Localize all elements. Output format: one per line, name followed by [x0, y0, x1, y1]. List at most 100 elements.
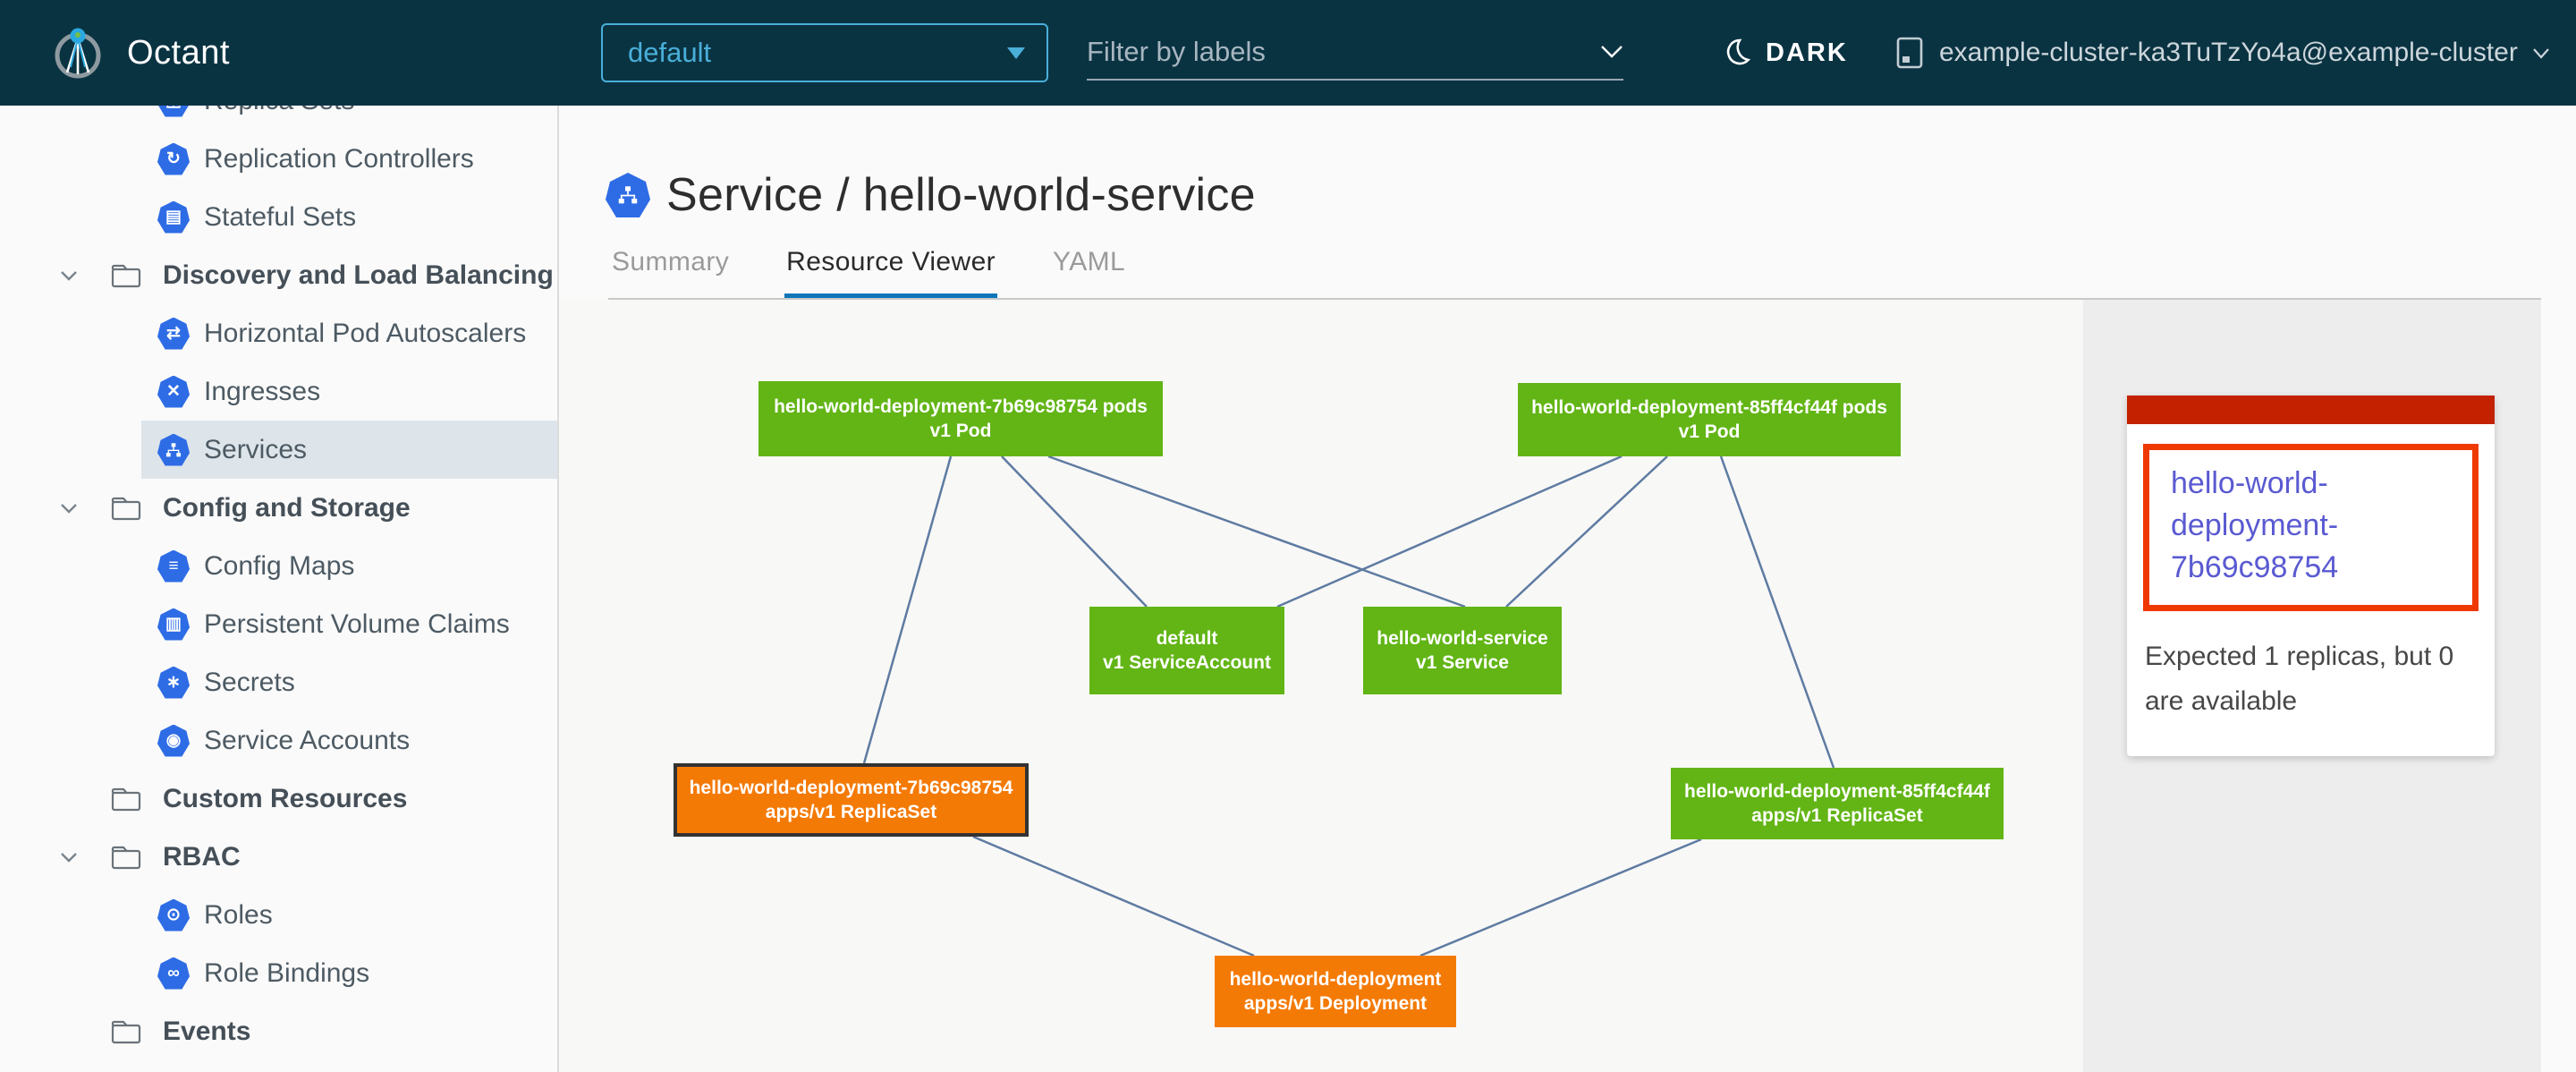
node-sublabel: apps/v1 Deployment [1244, 991, 1427, 1016]
graph-node-serviceaccount-default[interactable]: defaultv1 ServiceAccount [1089, 607, 1284, 694]
graph-node-service-hello-world[interactable]: hello-world-servicev1 Service [1363, 607, 1562, 694]
graph-edge-pod-85ff-to-serviceaccount-default [1277, 456, 1622, 607]
chevron-down-icon[interactable] [55, 495, 82, 522]
octant-logo-icon [50, 25, 106, 81]
sidebar-item-horizontal-pod-autoscalers[interactable]: ⇄Horizontal Pod Autoscalers [0, 304, 557, 362]
sidebar-item-service-accounts[interactable]: ◉Service Accounts [0, 711, 557, 770]
sidebar-item-custom-resources[interactable]: Custom Resources [0, 770, 557, 828]
alert-message: Expected 1 replicas, but 0 are available [2145, 634, 2479, 724]
context-label: example-cluster-ka3TuTzYo4a@example-clus… [1939, 38, 2518, 68]
sidebar-item-label: Stateful Sets [204, 202, 356, 233]
replica-sets-icon: ◫ [157, 106, 190, 117]
sidebar-item-label: Secrets [204, 668, 295, 698]
content-header: Service / hello-world-service Summary Res… [559, 106, 2576, 300]
sidebar-item-config-and-storage[interactable]: Config and Storage [0, 479, 557, 537]
node-sublabel: v1 ServiceAccount [1103, 651, 1271, 675]
sidebar-item-ingresses[interactable]: ✕ Ingresses [0, 362, 557, 421]
sidebar-item-role-bindings[interactable]: ∞Role Bindings [0, 944, 557, 1002]
app-title: Octant [127, 0, 230, 106]
label-filter-input[interactable]: Filter by labels [1087, 25, 1623, 81]
node-label: hello-world-deployment-7b69c98754 [690, 776, 1013, 800]
node-label: hello-world-deployment-85ff4cf44f pods [1531, 396, 1887, 420]
sidebar-item-label: Ingresses [204, 377, 320, 407]
sidebar-item-label: Custom Resources [163, 784, 407, 814]
resource-viewer-graph: hello-world-deployment-7b69c98754 podsv1… [559, 300, 2083, 1072]
graph-node-pod-85ff[interactable]: hello-world-deployment-85ff4cf44f podsv1… [1518, 383, 1901, 456]
sidebar-item-persistent-volume-claims[interactable]: ▥ Persistent Volume Claims [0, 595, 557, 653]
tab-yaml[interactable]: YAML [1051, 247, 1127, 301]
sidebar-item-label: Replica Sets [204, 106, 354, 116]
folder-icon [109, 1017, 143, 1046]
namespace-value: default [628, 37, 1007, 69]
replication-controllers-icon: ↻ [157, 143, 190, 175]
page-title: Service / hello-world-service [666, 168, 1256, 222]
sidebar: ◫ Replica Sets ↻Replication Controllers ▤ St… [0, 106, 559, 1072]
graph-edge-replicaset-7b69-to-deployment-hello-world [973, 837, 1254, 956]
sidebar-item-label: RBAC [163, 842, 241, 872]
alert-card-danger-bar [2127, 396, 2495, 424]
secrets-icon: ∗ [157, 667, 190, 699]
tab-summary[interactable]: Summary [610, 247, 731, 301]
theme-toggle-label: DARK [1766, 38, 1848, 68]
sidebar-item-stateful-sets[interactable]: ▤ Stateful Sets [0, 188, 557, 246]
node-label: hello-world-service [1377, 626, 1547, 651]
sidebar-item-events[interactable]: Events [0, 1002, 557, 1060]
graph-edge-pod-7b69-to-service-hello-world [1048, 456, 1465, 607]
sidebar-item-label: Persistent Volume Claims [204, 609, 510, 640]
moon-icon [1721, 37, 1753, 69]
sidebar-item-label: Events [163, 1017, 250, 1047]
stateful-sets-icon: ▤ [157, 201, 190, 234]
node-label: default [1157, 626, 1218, 651]
node-label: hello-world-deployment-85ff4cf44f [1684, 779, 1990, 804]
graph-node-pod-7b69[interactable]: hello-world-deployment-7b69c98754 podsv1… [758, 381, 1163, 456]
horizontal-pod-autoscalers-icon: ⇄ [157, 318, 190, 350]
service-resource-icon [606, 173, 650, 217]
dark-theme-toggle[interactable]: DARK [1721, 0, 1848, 106]
context-switcher[interactable]: example-cluster-ka3TuTzYo4a@example-clus… [1894, 0, 2550, 106]
sidebar-item-replica-sets[interactable]: ◫ Replica Sets [0, 106, 557, 130]
node-sublabel: v1 Service [1416, 651, 1509, 675]
graph-edge-pod-85ff-to-replicaset-85ff [1721, 456, 1834, 768]
folder-icon [109, 261, 143, 290]
persistent-volume-claims-icon: ▥ [157, 608, 190, 641]
tab-resource-viewer[interactable]: Resource Viewer [784, 247, 997, 301]
sidebar-item-label: Discovery and Load Balancing [163, 260, 554, 291]
role-bindings-icon: ∞ [157, 957, 190, 990]
sidebar-item-services[interactable]: Services [0, 421, 557, 479]
context-chevron-down-icon [2532, 47, 2550, 59]
chevron-down-icon[interactable] [55, 262, 82, 289]
graph-edge-pod-85ff-to-service-hello-world [1506, 456, 1667, 607]
sidebar-item-label: Roles [204, 900, 273, 931]
octant-app: Octant default Filter by labels DARK exa… [0, 0, 2576, 1072]
graph-node-replicaset-7b69[interactable]: hello-world-deployment-7b69c98754apps/v1… [674, 763, 1029, 837]
sidebar-item-rbac[interactable]: RBAC [0, 828, 557, 886]
node-label: hello-world-deployment [1230, 967, 1442, 991]
sidebar-item-label: Config Maps [204, 551, 354, 582]
sidebar-nav: ◫ Replica Sets ↻Replication Controllers ▤ St… [0, 106, 557, 1060]
graph-edge-pod-7b69-to-replicaset-7b69 [864, 456, 951, 763]
sidebar-item-replication-controllers[interactable]: ↻Replication Controllers [0, 130, 557, 188]
config-maps-icon: ≡ [157, 550, 190, 583]
service-accounts-icon: ◉ [157, 725, 190, 757]
ingresses-icon: ✕ [157, 376, 190, 408]
sidebar-item-discovery-and-load-balancing[interactable]: Discovery and Load Balancing [0, 246, 557, 304]
sidebar-item-roles[interactable]: ⊙Roles [0, 886, 557, 944]
cluster-icon [1894, 36, 1925, 70]
sidebar-item-config-maps[interactable]: ≡ Config Maps [0, 537, 557, 595]
graph-node-replicaset-85ff[interactable]: hello-world-deployment-85ff4cf44fapps/v1… [1671, 768, 2004, 839]
chevron-down-icon[interactable] [55, 844, 82, 871]
label-filter-placeholder: Filter by labels [1087, 36, 1600, 68]
node-label: hello-world-deployment-7b69c98754 pods [774, 395, 1148, 419]
node-sublabel: v1 Pod [1679, 420, 1741, 444]
graph-edge-replicaset-85ff-to-deployment-hello-world [1420, 839, 1701, 956]
page-title-row: Service / hello-world-service [606, 168, 1256, 222]
graph-node-deployment-hello-world[interactable]: hello-world-deploymentapps/v1 Deployment [1215, 956, 1456, 1027]
resource-link[interactable]: hello-world-deployment-7b69c98754 [2171, 463, 2463, 589]
node-sublabel: v1 Pod [930, 419, 992, 443]
main-content: Service / hello-world-service Summary Res… [559, 106, 2576, 1072]
namespace-dropdown[interactable]: default [601, 23, 1048, 82]
sidebar-item-label: Config and Storage [163, 493, 411, 523]
folder-icon [109, 494, 143, 523]
detail-panel: hello-world-deployment-7b69c98754 Expect… [2083, 300, 2541, 1072]
sidebar-item-secrets[interactable]: ∗ Secrets [0, 653, 557, 711]
